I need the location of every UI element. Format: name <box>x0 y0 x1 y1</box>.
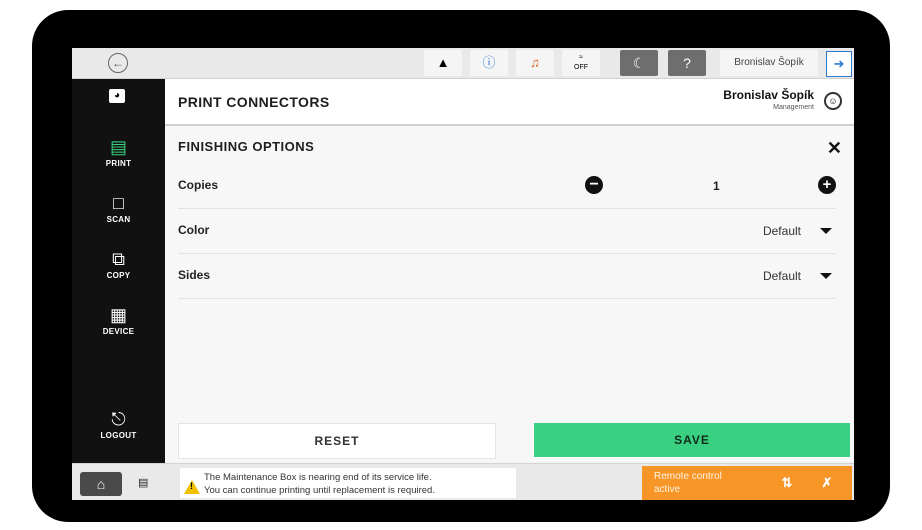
remote-disconnect-icon[interactable]: ⇅ <box>772 472 802 494</box>
info-icon[interactable]: ⓘ <box>470 50 508 76</box>
chevron-down-icon[interactable] <box>820 273 832 279</box>
sides-dropdown-value[interactable]: Default <box>763 269 801 283</box>
increment-button[interactable]: + <box>818 176 836 194</box>
sidebar-item-label: SCAN <box>106 215 131 224</box>
finishing-options-panel: FINISHING OPTIONS ✕ Copies − 1 + Color D… <box>165 126 854 462</box>
sidebar-item-logout[interactable]: ⎋ LOGOUT <box>72 409 165 440</box>
fax-off-icon[interactable]: ≈ OFF <box>562 50 600 76</box>
reset-button[interactable]: RESET <box>178 423 496 459</box>
logout-door-icon: ⎋ <box>111 409 126 429</box>
save-button[interactable]: SAVE <box>534 423 850 457</box>
warning-line2: You can continue printing until replacem… <box>204 485 435 496</box>
section-title: FINISHING OPTIONS <box>178 139 315 154</box>
home-icon[interactable]: ⌂ <box>80 472 122 496</box>
help-icon[interactable]: ? <box>668 50 706 76</box>
moon-icon[interactable]: ☾ <box>620 50 658 76</box>
copies-row: Copies − 1 + <box>178 164 836 209</box>
warning-mark: ! <box>190 481 193 491</box>
sides-row[interactable]: Sides Default <box>178 254 836 299</box>
sidebar-item-print[interactable]: ▤ PRINT <box>72 137 165 168</box>
fax-off-label: OFF <box>574 64 588 71</box>
sidebar-home[interactable]: ◕ <box>72 79 165 115</box>
color-label: Color <box>178 223 210 237</box>
sidebar-logout-label: LOGOUT <box>100 431 137 440</box>
color-row[interactable]: Color Default <box>178 209 836 254</box>
sidebar: ◕ ▤ PRINT □ SCAN ⧉ COPY ▦ DEVICE ⎋ LOGOU… <box>72 79 165 463</box>
status-user-label[interactable]: Bronislav Šopík <box>720 50 818 76</box>
sidebar-item-label: PRINT <box>105 159 132 168</box>
remote-line2: active <box>654 484 681 495</box>
remote-control-badge: Remote control active ⇅ ✗ <box>642 466 852 500</box>
sidebar-item-label: DEVICE <box>102 327 135 336</box>
warning-line1: The Maintenance Box is nearing end of it… <box>204 472 432 483</box>
device-icon: ▦ <box>109 305 127 325</box>
copies-label: Copies <box>178 178 219 192</box>
sidebar-item-device[interactable]: ▦ DEVICE <box>72 305 165 336</box>
toner-warning-icon[interactable]: ▲ <box>424 50 462 76</box>
sidebar-item-scan[interactable]: □ SCAN <box>72 193 165 224</box>
remote-cursor-off-icon[interactable]: ✗ <box>812 472 842 494</box>
job-queue-icon[interactable]: ▤ <box>138 476 148 489</box>
copy-icon: ⧉ <box>112 249 125 269</box>
chevron-down-icon[interactable] <box>820 228 832 234</box>
clock-icon: ◕ <box>109 89 125 103</box>
user-role: Management <box>773 104 814 111</box>
status-bar: ← ▲ ⓘ ♫ ≈ OFF ☾ ? Bronislav Šopík ➜ <box>72 48 854 79</box>
sidebar-item-label: COPY <box>106 271 131 280</box>
user-name: Bronislav Šopík <box>723 88 814 102</box>
page-header: PRINT CONNECTORS Bronislav Šopík Managem… <box>165 79 854 126</box>
remote-line1: Remote control <box>654 471 722 482</box>
screen: ← ▲ ⓘ ♫ ≈ OFF ☾ ? Bronislav Šopík ➜ ◕ ▤ … <box>72 48 854 500</box>
sides-label: Sides <box>178 268 211 282</box>
page-title: PRINT CONNECTORS <box>178 94 330 110</box>
footer-bar: ⌂ ▤ ! The Maintenance Box is nearing end… <box>72 463 854 500</box>
decrement-button[interactable]: − <box>585 176 603 194</box>
back-arrow-icon[interactable]: ← <box>108 53 128 73</box>
close-icon[interactable]: ✕ <box>827 139 842 157</box>
sidebar-item-copy[interactable]: ⧉ COPY <box>72 249 165 280</box>
avatar-icon[interactable]: ☺ <box>824 92 842 110</box>
print-icon: ▤ <box>109 137 127 157</box>
fax-icon-glyph: ≈ <box>579 54 583 61</box>
color-dropdown-value[interactable]: Default <box>763 224 801 238</box>
scan-icon: □ <box>113 193 124 213</box>
copies-count: 1 <box>713 179 720 193</box>
logout-icon[interactable]: ➜ <box>826 51 852 77</box>
sound-mute-icon[interactable]: ♫ <box>516 50 554 76</box>
warning-message[interactable]: ! The Maintenance Box is nearing end of … <box>180 468 516 498</box>
